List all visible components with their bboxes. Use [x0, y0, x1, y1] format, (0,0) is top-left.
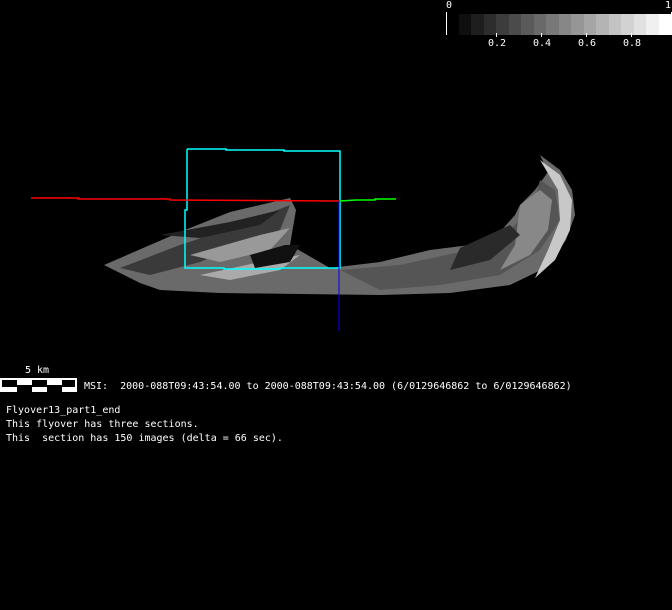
scale-bar: [0, 378, 77, 392]
msi-time-range: MSI: 2000-088T09:43:54.00 to 2000-088T09…: [84, 381, 572, 392]
flyover-viewer: 0 1 0.2 0.4 0.6 0.8 5 km MSI: 2000-088T0…: [0, 0, 672, 610]
flyover-sections-text: This flyover has three sections.: [6, 419, 199, 430]
terrain-view[interactable]: [0, 0, 672, 360]
section-images-text: This section has 150 images (delta = 66 …: [6, 433, 283, 444]
x-axis-line: [31, 197, 341, 202]
y-axis-line: [339, 198, 396, 202]
scale-bar-label: 5 km: [25, 365, 50, 376]
flyover-title: Flyover13_part1_end: [6, 405, 121, 416]
